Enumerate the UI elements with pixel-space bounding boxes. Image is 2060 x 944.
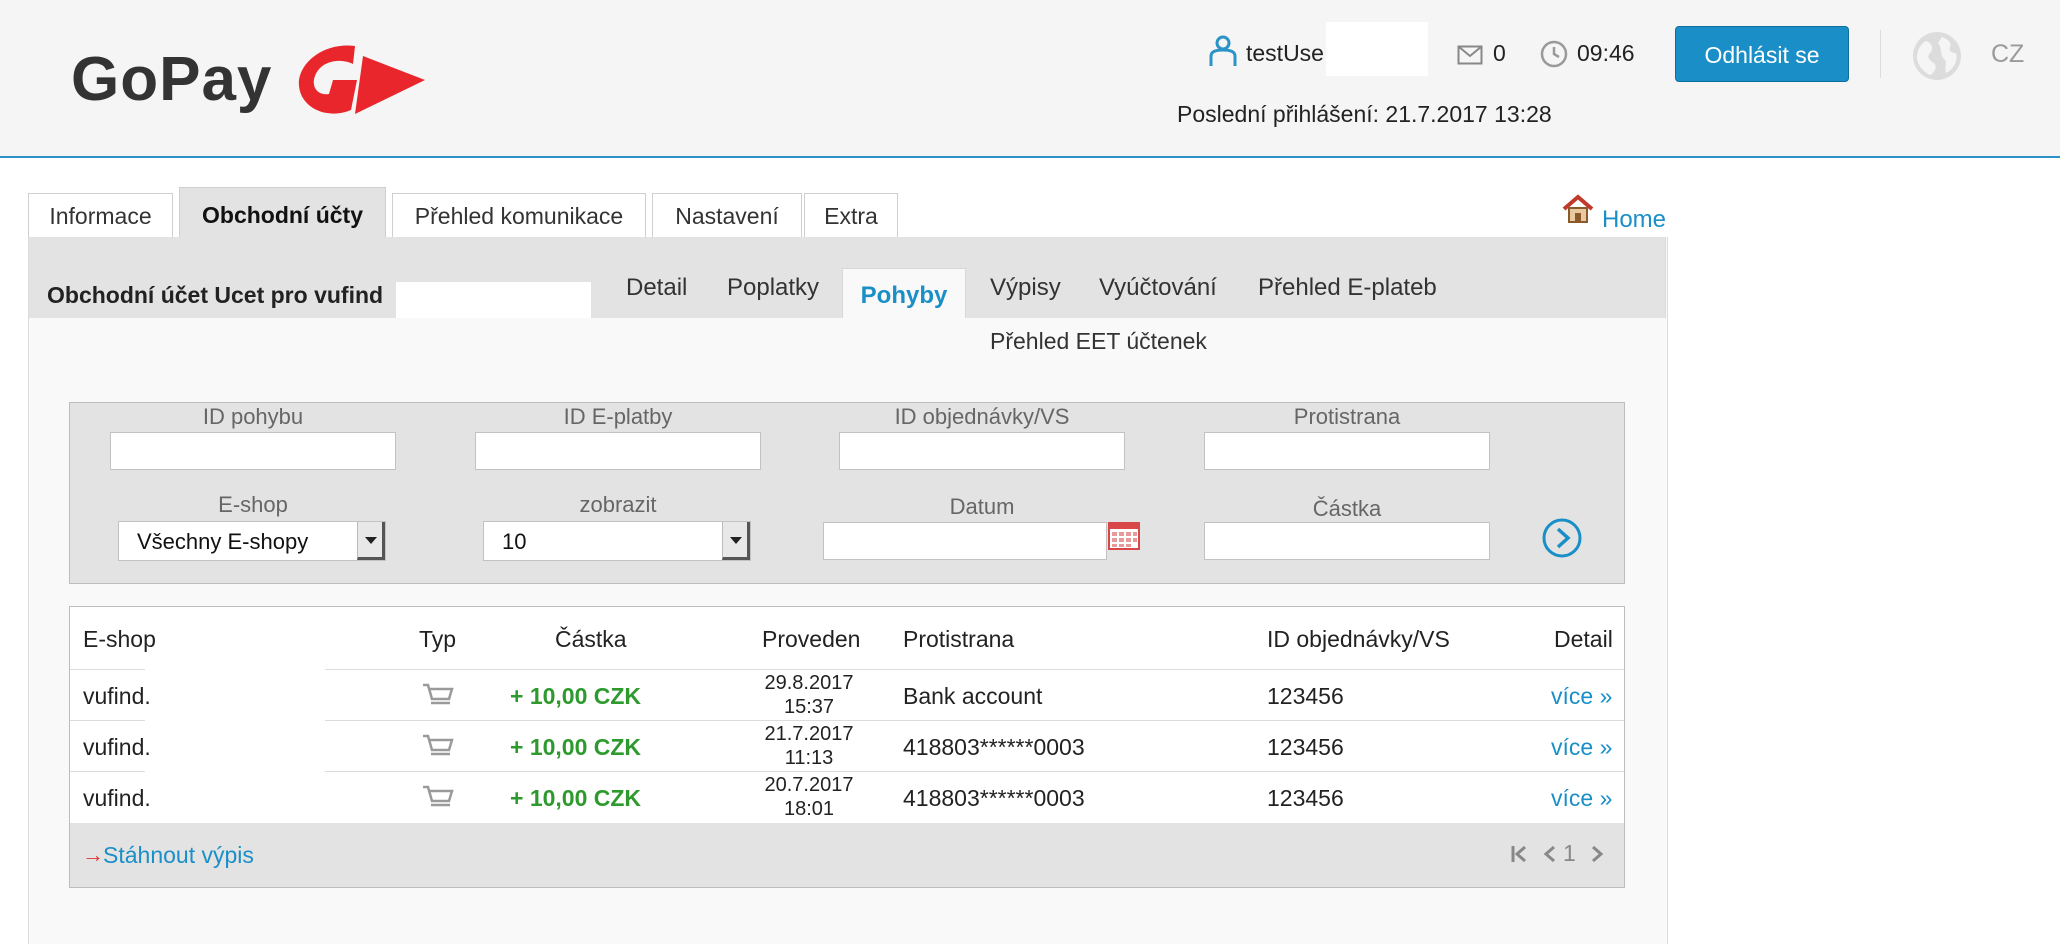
- counterparty-input[interactable]: [1204, 432, 1490, 470]
- filter-label-counterparty: Protistrana: [1293, 404, 1401, 429]
- chevron-down-icon[interactable]: [357, 522, 385, 560]
- current-page[interactable]: 1: [1563, 840, 1576, 867]
- table-footer: [70, 823, 1624, 887]
- page-size-select-value: 10: [502, 529, 527, 554]
- cart-icon: [423, 785, 454, 807]
- submit-arrow-icon[interactable]: [1542, 518, 1582, 558]
- page-size-select[interactable]: 10: [483, 521, 751, 561]
- column-header-eshop: E-shop: [83, 626, 156, 652]
- subtab-vypisy[interactable]: Výpisy: [990, 274, 1061, 302]
- column-header-order-id: ID objednávky/VS: [1267, 626, 1450, 652]
- row-2-order-id: 123456: [1267, 734, 1344, 760]
- row-3-order-id: 123456: [1267, 785, 1344, 811]
- gopay-logo-icon[interactable]: [293, 40, 429, 118]
- row-1-counterparty: Bank account: [903, 683, 1043, 709]
- filter-label-show: zobrazit: [579, 492, 657, 517]
- epayment-id-input[interactable]: [475, 432, 761, 470]
- column-header-type: Typ: [419, 626, 457, 652]
- header-divider: [1880, 30, 1881, 78]
- filter-label-epayment-id: ID E-platby: [563, 404, 673, 429]
- previous-page-icon[interactable]: [1542, 844, 1558, 864]
- column-header-amount: Částka: [555, 626, 627, 652]
- row-1-date-time: 15:37: [783, 696, 835, 718]
- row-1-date-day: 29.8.2017: [764, 672, 854, 694]
- calendar-icon[interactable]: [1108, 520, 1140, 550]
- message-count[interactable]: 0: [1493, 40, 1506, 67]
- account-title: Obchodní účet Ucet pro vufind: [47, 282, 384, 308]
- header-bar: GoPay testUse 0 09:46 Odhlásit se CZ Pos…: [0, 0, 2060, 158]
- home-icon[interactable]: [1562, 193, 1594, 225]
- clock-icon: [1540, 40, 1568, 68]
- tab-extra[interactable]: Extra: [804, 193, 898, 237]
- row-3-date-time: 18:01: [783, 798, 835, 820]
- row-1-detail-link[interactable]: více »: [1551, 683, 1612, 710]
- subtab-prehled-eplateb[interactable]: Přehled E-plateb: [1258, 274, 1437, 302]
- filter-label-movement-id: ID pohybu: [202, 404, 304, 429]
- filter-label-date: Datum: [949, 494, 1015, 519]
- amount-input[interactable]: [1204, 522, 1490, 560]
- tab-prehled-komunikace[interactable]: Přehled komunikace: [392, 193, 646, 237]
- redacted-area: [145, 767, 325, 773]
- column-header-counterparty: Protistrana: [903, 626, 1015, 652]
- filter-label-eshop: E-shop: [218, 492, 288, 517]
- row-3-counterparty: 418803******0003: [903, 785, 1085, 811]
- filter-label-amount: Částka: [1312, 496, 1382, 521]
- redacted-area: [145, 665, 325, 671]
- row-2-date-day: 21.7.2017: [764, 723, 854, 745]
- arrow-right-icon: →: [82, 842, 104, 867]
- row-3-amount: + 10,00 CZK: [510, 785, 642, 811]
- redacted-area: [396, 282, 591, 318]
- row-1-date: 29.8.2017 15:37: [749, 671, 869, 719]
- eshop-select[interactable]: Všechny E-shopy: [118, 521, 386, 561]
- cart-icon: [423, 734, 454, 756]
- row-3-date: 20.7.2017 18:01: [749, 773, 869, 821]
- row-3-date-day: 20.7.2017: [764, 774, 854, 796]
- tab-obchodni-ucty[interactable]: Obchodní účty: [179, 187, 386, 237]
- session-time: 09:46: [1577, 40, 1635, 66]
- row-2-amount: + 10,00 CZK: [510, 734, 642, 760]
- filter-label-order-id: ID objednávky/VS: [894, 404, 1070, 429]
- home-link[interactable]: Home: [1602, 206, 1666, 234]
- subtab-vyuctovani[interactable]: Vyúčtování: [1099, 274, 1217, 302]
- mail-icon[interactable]: [1457, 45, 1483, 65]
- column-header-detail: Detail: [1554, 626, 1613, 652]
- date-input[interactable]: [823, 522, 1107, 560]
- row-3-eshop: vufind.: [83, 785, 151, 811]
- brand-logo-text[interactable]: GoPay: [71, 44, 272, 115]
- globe-icon[interactable]: [1912, 31, 1962, 81]
- movement-id-input[interactable]: [110, 432, 396, 470]
- subtab-detail[interactable]: Detail: [626, 274, 687, 302]
- last-login-info: Poslední přihlášení: 21.7.2017 13:28: [1177, 101, 1552, 127]
- logout-button[interactable]: Odhlásit se: [1675, 26, 1849, 82]
- language-switch[interactable]: CZ: [1991, 40, 2024, 69]
- column-header-date: Proveden: [762, 626, 861, 652]
- row-2-eshop: vufind.: [83, 734, 151, 760]
- row-2-date: 21.7.2017 11:13: [749, 722, 869, 770]
- row-1-amount: + 10,00 CZK: [510, 683, 642, 709]
- tab-nastaveni[interactable]: Nastavení: [652, 193, 802, 237]
- eet-receipts-link[interactable]: Přehled EET účtenek: [990, 328, 1207, 355]
- tab-informace[interactable]: Informace: [28, 193, 173, 237]
- subtab-pohyby[interactable]: Pohyby: [842, 268, 966, 318]
- order-id-input[interactable]: [839, 432, 1125, 470]
- user-icon: [1209, 35, 1237, 66]
- next-page-icon[interactable]: [1589, 844, 1605, 864]
- row-2-detail-link[interactable]: více »: [1551, 734, 1612, 761]
- row-3-detail-link[interactable]: více »: [1551, 785, 1612, 812]
- redacted-area: [145, 716, 325, 722]
- download-statement-link[interactable]: Stáhnout výpis: [103, 842, 254, 869]
- row-2-counterparty: 418803******0003: [903, 734, 1085, 760]
- cart-icon: [423, 683, 454, 705]
- row-1-eshop: vufind.: [83, 683, 151, 709]
- row-2-date-time: 11:13: [784, 747, 834, 769]
- redacted-area: [1326, 22, 1428, 76]
- username-label[interactable]: testUse: [1246, 40, 1324, 67]
- eshop-select-value: Všechny E-shopy: [137, 529, 309, 554]
- row-1-order-id: 123456: [1267, 683, 1344, 709]
- chevron-down-icon[interactable]: [722, 522, 750, 560]
- subtab-poplatky[interactable]: Poplatky: [727, 274, 819, 302]
- first-page-icon[interactable]: [1510, 844, 1530, 864]
